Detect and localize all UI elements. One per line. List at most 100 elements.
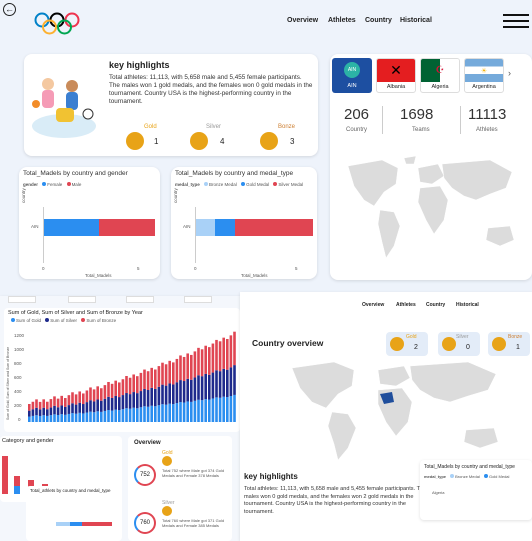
historical-bar-segment[interactable] [49, 415, 53, 422]
historical-bar-segment[interactable] [132, 374, 135, 393]
country-world-map[interactable] [282, 356, 512, 464]
bar-gold[interactable] [215, 219, 235, 236]
historical-bar-segment[interactable] [193, 377, 197, 401]
historical-bar-segment[interactable] [233, 394, 236, 422]
historical-bar-segment[interactable] [197, 347, 200, 376]
bar-gold[interactable] [70, 522, 82, 526]
historical-bar-segment[interactable] [31, 415, 35, 422]
historical-bar-segment[interactable] [175, 358, 179, 383]
nav-athletes[interactable]: Athletes [396, 302, 416, 308]
historical-bar-segment[interactable] [222, 337, 225, 369]
historical-bar-segment[interactable] [42, 399, 45, 408]
historical-bar-segment[interactable] [132, 407, 135, 422]
historical-bar-segment[interactable] [208, 347, 211, 375]
historical-bar-segment[interactable] [197, 399, 200, 422]
historical-bar-segment[interactable] [172, 362, 175, 385]
historical-bar-segment[interactable] [204, 373, 207, 400]
historical-bar-segment[interactable] [136, 393, 139, 409]
historical-bar-segment[interactable] [56, 407, 60, 415]
historical-bar-segment[interactable] [168, 403, 171, 422]
historical-bar-segment[interactable] [67, 413, 71, 422]
historical-bar-segment[interactable] [128, 408, 132, 422]
historical-bar-segment[interactable] [154, 388, 157, 407]
historical-bar-segment[interactable] [110, 383, 114, 398]
historical-bar-segment[interactable] [146, 390, 150, 407]
historical-bar-segment[interactable] [92, 412, 96, 422]
historical-bar-segment[interactable] [74, 413, 78, 422]
historical-bar-segment[interactable] [82, 413, 85, 422]
historical-bar-segment[interactable] [46, 415, 49, 422]
historical-bar-segment[interactable] [161, 362, 164, 385]
historical-bar-segment[interactable] [168, 360, 171, 384]
historical-bar-segment[interactable] [31, 409, 35, 416]
historical-bar-segment[interactable] [56, 398, 60, 408]
historical-bar-segment[interactable] [211, 372, 215, 399]
historical-bar-segment[interactable] [154, 406, 157, 422]
historical-bar-segment[interactable] [143, 388, 146, 407]
nav-historical[interactable]: Historical [456, 302, 479, 308]
historical-bar-segment[interactable] [229, 396, 233, 422]
historical-bar-segment[interactable] [118, 410, 121, 422]
historical-bar-segment[interactable] [71, 403, 74, 414]
historical-bar-segment[interactable] [110, 397, 114, 411]
historical-bar-segment[interactable] [28, 410, 31, 417]
historical-bar-segment[interactable] [103, 410, 107, 422]
historical-bar-segment[interactable] [89, 411, 92, 422]
historical-bar-segment[interactable] [49, 407, 53, 416]
historical-bar-segment[interactable] [226, 397, 229, 422]
historical-bar-segment[interactable] [215, 339, 218, 371]
historical-bar-segment[interactable] [96, 411, 99, 422]
historical-bar-segment[interactable] [197, 375, 200, 400]
historical-bar-segment[interactable] [46, 409, 49, 416]
historical-bar-segment[interactable] [96, 386, 99, 400]
historical-bar-segment[interactable] [107, 396, 110, 410]
historical-bar-segment[interactable] [114, 409, 117, 422]
historical-bar-segment[interactable] [85, 402, 89, 413]
historical-bar-segment[interactable] [154, 369, 157, 389]
flag-algeria[interactable]: ☪ Algeria [420, 58, 460, 93]
historical-bar-segment[interactable] [35, 399, 38, 408]
historical-bar-segment[interactable] [175, 382, 179, 404]
historical-bar-segment[interactable] [89, 400, 92, 412]
historical-bar-segment[interactable] [110, 410, 114, 422]
historical-bar-segment[interactable] [190, 379, 193, 402]
historical-bar-segment[interactable] [42, 415, 45, 422]
historical-bar-segment[interactable] [233, 331, 236, 366]
historical-bar-segment[interactable] [218, 397, 222, 422]
historical-bar-segment[interactable] [53, 405, 56, 415]
bar-silver[interactable] [235, 219, 313, 236]
historical-bar-segment[interactable] [229, 367, 233, 397]
historical-bar-segment[interactable] [92, 401, 96, 413]
historical-bar-segment[interactable] [204, 399, 207, 422]
historical-bar-segment[interactable] [125, 408, 128, 422]
historical-bar-segment[interactable] [193, 400, 197, 422]
historical-bar-segment[interactable] [114, 380, 117, 396]
historical-bar-segment[interactable] [150, 405, 153, 422]
historical-bar-segment[interactable] [164, 404, 168, 422]
historical-bar-segment[interactable] [186, 401, 189, 422]
historical-bar-segment[interactable] [182, 356, 186, 382]
historical-bar-segment[interactable] [67, 395, 71, 406]
historical-bar-segment[interactable] [208, 399, 211, 422]
historical-bar-segment[interactable] [128, 377, 132, 395]
historical-bar-segment[interactable] [74, 394, 78, 405]
historical-bar-segment[interactable] [28, 404, 31, 411]
historical-bar-segment[interactable] [38, 409, 42, 416]
historical-bar-segment[interactable] [121, 395, 125, 410]
historical-bar-segment[interactable] [96, 399, 99, 412]
historical-bar-segment[interactable] [128, 394, 132, 409]
historical-bar-segment[interactable] [179, 380, 182, 403]
historical-bar-segment[interactable] [208, 374, 211, 400]
historical-bar-segment[interactable] [136, 376, 139, 394]
historical-bar-segment[interactable] [38, 415, 42, 422]
historical-bar-segment[interactable] [71, 413, 74, 422]
historical-bar-segment[interactable] [222, 396, 225, 422]
historical-bar-segment[interactable] [107, 381, 110, 397]
historical-bar-segment[interactable] [60, 395, 63, 406]
historical-bar-segment[interactable] [218, 341, 222, 372]
historical-bar-segment[interactable] [64, 406, 67, 415]
historical-bar-segment[interactable] [136, 408, 139, 422]
historical-bar-segment[interactable] [64, 414, 67, 422]
historical-bar-segment[interactable] [78, 391, 81, 403]
historical-bar-segment[interactable] [182, 381, 186, 403]
